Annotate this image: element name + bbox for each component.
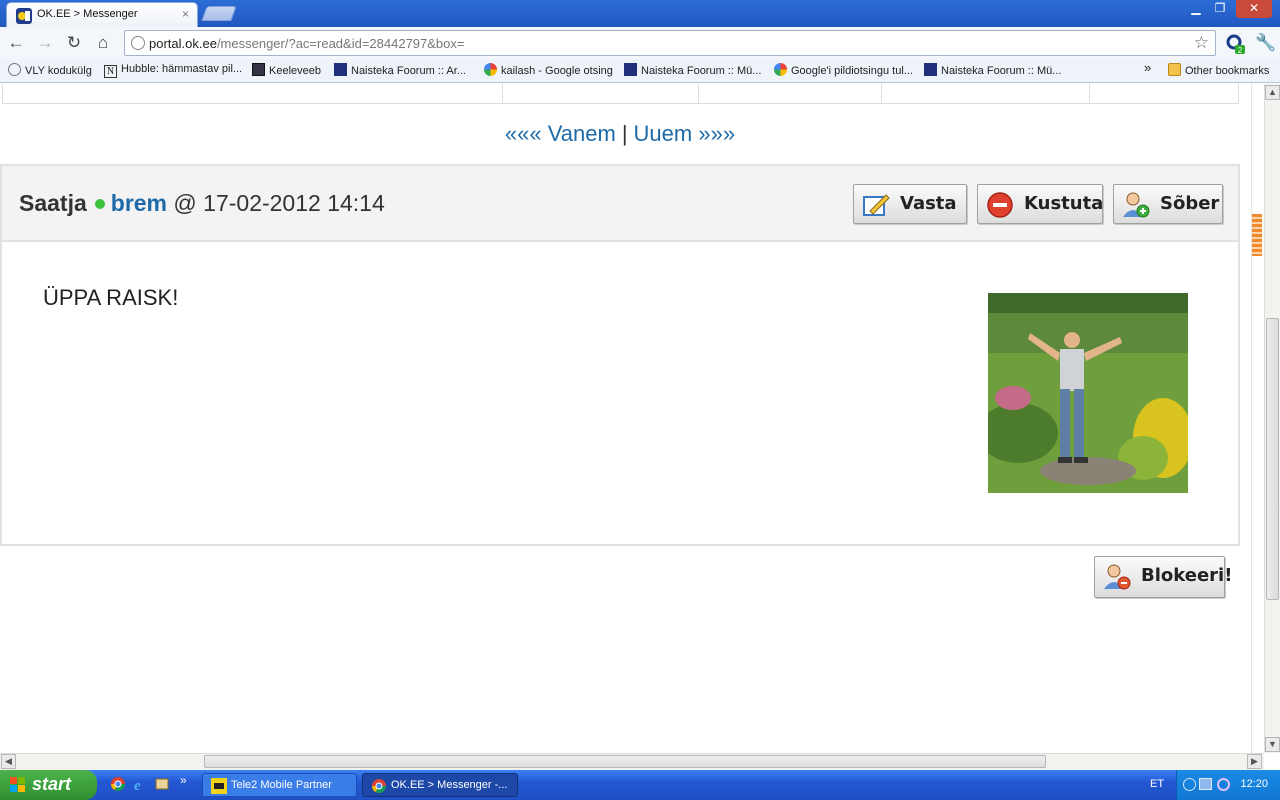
network-icon[interactable] bbox=[1199, 778, 1212, 790]
message-datetime: 17-02-2012 14:14 bbox=[203, 190, 385, 216]
quicklaunch-more-icon[interactable]: » bbox=[180, 773, 196, 789]
svg-text:e: e bbox=[134, 778, 141, 792]
block-user-button[interactable]: Blokeeri! bbox=[1094, 556, 1232, 598]
close-window-icon[interactable]: ✕ bbox=[1236, 0, 1272, 18]
sender-photo[interactable] bbox=[988, 293, 1188, 493]
google-icon bbox=[774, 63, 787, 76]
monitor-icon bbox=[252, 63, 265, 76]
sender-label: Saatja bbox=[19, 190, 87, 216]
scroll-right-icon[interactable]: ▶ bbox=[1247, 754, 1262, 769]
okee-favicon-icon bbox=[16, 8, 32, 24]
newer-link[interactable]: Uuem »»» bbox=[634, 121, 736, 146]
bookmark-item[interactable]: Naisteka Foorum :: Mü... bbox=[924, 63, 1061, 79]
globe-icon bbox=[8, 63, 21, 76]
language-indicator[interactable]: ET bbox=[1150, 778, 1164, 790]
extension-badge: 2 bbox=[1238, 46, 1243, 55]
bookmark-item[interactable]: VLY kodukülg bbox=[8, 63, 92, 79]
title-bar: OK.EE > Messenger × ▁ ❐ ✕ bbox=[0, 0, 1280, 27]
wrench-icon[interactable]: 🔧 bbox=[1255, 33, 1276, 53]
task-tele2[interactable]: Tele2 Mobile Partner bbox=[202, 773, 357, 797]
chrome-quicklaunch-icon[interactable] bbox=[110, 776, 126, 792]
new-tab-button[interactable] bbox=[201, 6, 237, 21]
vertical-scroll-thumb[interactable] bbox=[1266, 318, 1279, 600]
tab-title: OK.EE > Messenger bbox=[37, 8, 138, 20]
reply-label: Vasta bbox=[900, 193, 957, 214]
page-info-icon[interactable] bbox=[131, 36, 145, 50]
friend-label: Sõber bbox=[1160, 193, 1220, 214]
bookmarks-bar: VLY kodukülg N Hubble: hämmastav pil... K… bbox=[0, 59, 1280, 83]
add-friend-button[interactable]: Sõber bbox=[1113, 184, 1223, 224]
other-bookmarks[interactable]: Other bookmarks bbox=[1168, 63, 1269, 79]
address-bar[interactable]: portal.ok.ee/messenger/?ac=read&id=28442… bbox=[124, 30, 1216, 56]
message-card: Saatja brem @ 17-02-2012 14:14 Vasta Kus… bbox=[0, 164, 1240, 546]
google-icon bbox=[484, 63, 497, 76]
previous-row-fragment bbox=[2, 84, 1239, 104]
sender-link[interactable]: brem bbox=[111, 190, 167, 216]
older-link[interactable]: ««« Vanem bbox=[505, 121, 616, 146]
compose-icon bbox=[863, 194, 890, 216]
start-label: start bbox=[32, 774, 72, 794]
bookmark-item[interactable]: Naisteka Foorum :: Mü... bbox=[624, 63, 761, 79]
tab-close-icon[interactable]: × bbox=[182, 7, 189, 21]
chrome-task-icon bbox=[372, 779, 386, 793]
side-indicator[interactable] bbox=[1252, 214, 1262, 256]
naisteka-icon bbox=[924, 63, 937, 76]
scroll-down-icon[interactable]: ▼ bbox=[1265, 737, 1280, 752]
message-header: Saatja brem @ 17-02-2012 14:14 Vasta Kus… bbox=[2, 166, 1238, 242]
ie-quicklaunch-icon[interactable]: e bbox=[132, 776, 148, 792]
pager-separator: | bbox=[621, 121, 628, 146]
minimize-icon[interactable]: ▁ bbox=[1186, 0, 1206, 18]
at-sign: @ bbox=[173, 190, 197, 216]
start-button[interactable]: start bbox=[0, 770, 97, 800]
block-label: Blokeeri! bbox=[1141, 565, 1233, 586]
home-icon[interactable]: ⌂ bbox=[93, 33, 113, 53]
tab-messenger[interactable]: OK.EE > Messenger × bbox=[6, 2, 198, 27]
tray-app-icon[interactable] bbox=[1217, 778, 1230, 791]
page-content: ««« Vanem | Uuem »»» Saatja brem @ 17-02-20… bbox=[0, 84, 1251, 753]
horizontal-scroll-thumb[interactable] bbox=[204, 755, 1046, 768]
tray-back-icon[interactable] bbox=[1183, 778, 1196, 791]
message-meta: Saatja brem @ 17-02-2012 14:14 bbox=[19, 190, 385, 217]
task-messenger[interactable]: OK.EE > Messenger -... bbox=[362, 773, 518, 797]
naisteka-icon bbox=[624, 63, 637, 76]
back-icon[interactable]: ← bbox=[6, 33, 26, 53]
bookmark-item[interactable]: kailash - Google otsing bbox=[484, 63, 613, 79]
side-panel bbox=[1251, 84, 1264, 753]
bookmark-item[interactable]: N Hubble: hämmastav pil... bbox=[104, 63, 242, 79]
reload-icon[interactable]: ↻ bbox=[64, 33, 84, 53]
forward-icon[interactable]: → bbox=[35, 33, 55, 53]
windows-flag-icon bbox=[10, 777, 25, 792]
bookmark-star-icon[interactable]: ☆ bbox=[1194, 33, 1209, 53]
scroll-up-icon[interactable]: ▲ bbox=[1265, 85, 1280, 100]
n-icon: N bbox=[104, 65, 117, 78]
tele2-icon bbox=[211, 778, 227, 794]
scroll-left-icon[interactable]: ◀ bbox=[1, 754, 16, 769]
bookmark-item[interactable]: Keeleveeb bbox=[252, 63, 321, 79]
reply-button[interactable]: Vasta bbox=[853, 184, 967, 224]
naisteka-icon bbox=[334, 63, 347, 76]
block-user-icon bbox=[1104, 564, 1131, 590]
bookmark-item[interactable]: Google'i pildiotsingu tul... bbox=[774, 63, 913, 79]
delete-button[interactable]: Kustuta bbox=[977, 184, 1103, 224]
maximize-icon[interactable]: ❐ bbox=[1210, 0, 1230, 18]
message-body: ÜPPA RAISK! bbox=[43, 285, 179, 310]
app-quicklaunch-icon[interactable] bbox=[154, 776, 170, 792]
delete-icon bbox=[987, 192, 1013, 218]
clock: 12:20 bbox=[1240, 778, 1268, 790]
delete-label: Kustuta bbox=[1024, 193, 1104, 214]
bookmarks-overflow-icon[interactable]: » bbox=[1144, 60, 1151, 76]
add-user-icon bbox=[1123, 192, 1150, 218]
folder-icon bbox=[1168, 63, 1181, 76]
extension-icon[interactable]: 2 bbox=[1226, 33, 1246, 55]
bookmark-item[interactable]: Naisteka Foorum :: Ar... bbox=[334, 63, 466, 79]
online-status-icon bbox=[94, 199, 105, 209]
system-tray: 12:20 bbox=[1176, 770, 1280, 800]
message-pager: ««« Vanem | Uuem »»» bbox=[0, 121, 1240, 147]
url-text: portal.ok.ee/messenger/?ac=read&id=28442… bbox=[149, 36, 465, 51]
